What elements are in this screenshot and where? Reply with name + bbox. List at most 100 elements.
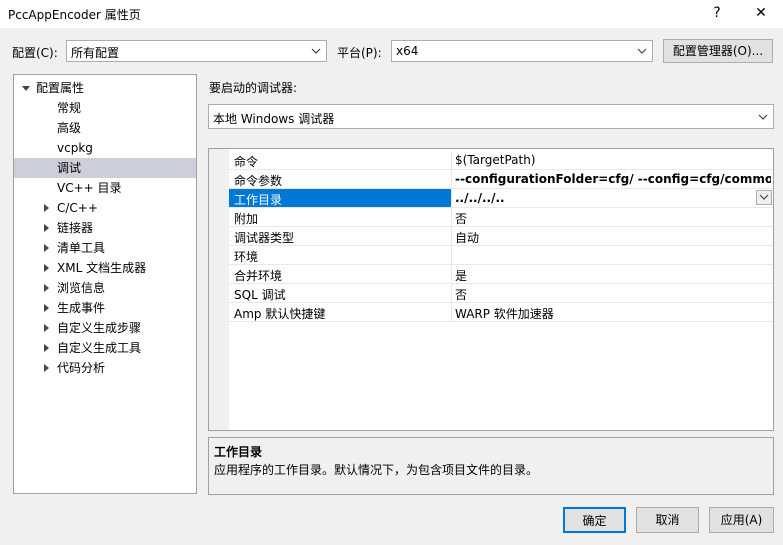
property-name: 调试器类型 [234,231,295,245]
tree-item[interactable]: 常规 [14,98,196,118]
property-value: 自动 [455,231,480,245]
property-row[interactable]: 环境 [229,246,773,265]
property-grid[interactable]: 命令 $(TargetPath) 命令参数 --configurationFolder… [208,148,774,431]
property-row[interactable]: Amp 默认快捷键 WARP 软件加速器 [229,303,773,322]
collapsed-triangle-icon[interactable] [44,364,49,372]
collapsed-triangle-icon[interactable] [44,224,49,232]
tree-item-label: 链接器 [57,221,94,235]
chevron-down-icon [759,194,769,200]
config-dropdown-value: 所有配置 [71,46,120,60]
tree-item[interactable]: vcpkg [14,138,196,158]
collapsed-triangle-icon[interactable] [44,264,49,272]
column-divider [451,227,452,245]
collapsed-triangle-icon[interactable] [44,204,49,212]
property-value: --configurationFolder=cfg/ --config=cfg/… [455,172,771,186]
column-divider [451,208,452,226]
property-value: WARP 软件加速器 [455,307,554,321]
collapsed-triangle-icon[interactable] [44,244,49,252]
tree-item[interactable]: 自定义生成步骤 [14,318,196,338]
chevron-down-icon [637,48,647,54]
cancel-button[interactable]: 取消 [636,507,699,533]
property-name: 环境 [234,250,259,264]
value-dropdown-button[interactable] [756,190,772,205]
property-row[interactable]: SQL 调试 否 [229,284,773,303]
tree-item-label: vcpkg [57,141,93,155]
description-title: 工作目录 [214,445,263,459]
tree-item[interactable]: VC++ 目录 [14,178,196,198]
property-name: Amp 默认快捷键 [234,307,326,321]
property-name: 工作目录 [234,193,283,207]
column-divider [451,246,452,264]
tree-item-label: XML 文档生成器 [57,261,147,275]
debugger-label: 要启动的调试器: [209,81,298,95]
tree-item-label: C/C++ [57,201,98,215]
expanded-triangle-icon [22,86,30,91]
property-value: 是 [455,269,468,283]
property-row[interactable]: 附加 否 [229,208,773,227]
property-row[interactable]: 命令 $(TargetPath) [229,151,773,170]
tree-item[interactable]: 高级 [14,118,196,138]
tree-item[interactable]: C/C++ [14,198,196,218]
property-name: 合并环境 [234,269,283,283]
tree-item[interactable]: 链接器 [14,218,196,238]
column-divider [451,170,452,188]
property-row[interactable]: 合并环境 是 [229,265,773,284]
close-button[interactable]: ✕ [739,2,783,26]
tree-root-label: 配置属性 [36,81,85,95]
configuration-manager-button[interactable]: 配置管理器(O)... [663,39,773,63]
tree-item[interactable]: 调试 [14,158,196,178]
config-label: 配置(C): [12,46,58,60]
column-divider [451,189,452,207]
tree-item-label: 高级 [57,121,82,135]
tree-item[interactable]: 代码分析 [14,358,196,378]
property-value[interactable]: ../../../.. [455,191,751,205]
tree-item-label: 自定义生成工具 [57,341,142,355]
description-text: 应用程序的工作目录。默认情况下，为包含项目文件的目录。 [214,463,539,477]
property-row[interactable]: 工作目录 ../../../.. [229,189,773,208]
property-grid-gutter [209,149,229,430]
debugger-dropdown-value: 本地 Windows 调试器 [213,112,335,126]
config-dropdown[interactable]: 所有配置 [66,40,327,62]
window-title: PccAppEncoder 属性页 [8,8,141,22]
platform-dropdown[interactable]: x64 [391,40,653,62]
tree-root-config-properties[interactable]: 配置属性 [14,78,196,98]
close-icon: ✕ [755,5,767,21]
chevron-down-icon [311,48,321,54]
tree-item-label: 代码分析 [57,361,106,375]
column-divider [451,265,452,283]
tree-item-label: 调试 [57,161,82,175]
debugger-dropdown[interactable]: 本地 Windows 调试器 [208,104,774,129]
tree-item-label: VC++ 目录 [57,181,122,195]
collapsed-triangle-icon[interactable] [44,344,49,352]
tree-item[interactable]: 清单工具 [14,238,196,258]
tree-item[interactable]: 生成事件 [14,298,196,318]
tree-item-label: 自定义生成步骤 [57,321,142,335]
property-row[interactable]: 命令参数 --configurationFolder=cfg/ --config=… [229,170,773,189]
property-name: 命令 [234,155,259,169]
property-tree[interactable]: 配置属性 常规高级 vcpkg 调试 VC++ 目录 C/C++ 链接器清单工具 XML 文… [13,74,197,494]
tree-item[interactable]: 自定义生成工具 [14,338,196,358]
tree-item-label: 常规 [57,101,82,115]
tree-item[interactable]: 浏览信息 [14,278,196,298]
column-divider [451,303,452,321]
tree-item-label: 清单工具 [57,241,106,255]
tree-item-label: 生成事件 [57,301,106,315]
column-divider [451,151,452,169]
property-name: SQL 调试 [234,288,286,302]
chevron-down-icon [758,114,768,120]
collapsed-triangle-icon[interactable] [44,324,49,332]
property-row[interactable]: 调试器类型 自动 [229,227,773,246]
collapsed-triangle-icon[interactable] [44,304,49,312]
tree-item[interactable]: XML 文档生成器 [14,258,196,278]
property-value: $(TargetPath) [455,153,536,167]
help-button[interactable]: ? [695,2,739,26]
tree-item-label: 浏览信息 [57,281,106,295]
apply-button[interactable]: 应用(A) [709,507,774,533]
column-divider [451,284,452,302]
ok-button[interactable]: 确定 [563,507,626,533]
property-value: 否 [455,288,468,302]
collapsed-triangle-icon[interactable] [44,284,49,292]
platform-dropdown-value: x64 [396,44,419,58]
platform-label: 平台(P): [337,46,382,60]
description-panel: 工作目录 应用程序的工作目录。默认情况下，为包含项目文件的目录。 [208,437,774,495]
